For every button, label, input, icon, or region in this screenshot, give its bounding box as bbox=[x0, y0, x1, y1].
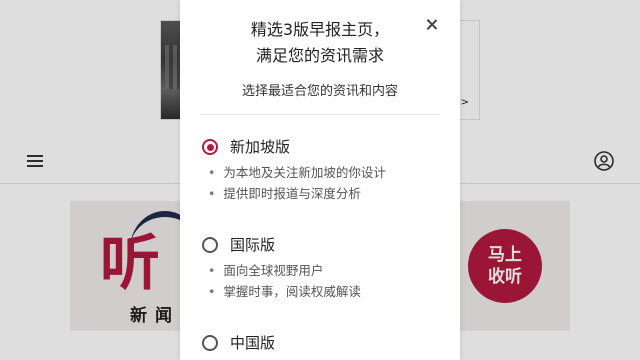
option-label[interactable]: 国际版 bbox=[230, 234, 275, 255]
edition-select-modal: 精选3版早报主页， 满足您的资讯需求 选择最适合您的资讯和内容 新加坡版 为本地… bbox=[180, 0, 460, 360]
modal-title: 精选3版早报主页， 满足您的资讯需求 bbox=[180, 17, 460, 69]
option-label[interactable]: 新加坡版 bbox=[230, 136, 290, 157]
option-label[interactable]: 中国版 bbox=[230, 332, 275, 353]
option-description: 面向全球视野用户 掌握时事，阅读权威解读 bbox=[208, 260, 361, 302]
bullet-item: 掌握时事，阅读权威解读 bbox=[208, 281, 361, 302]
radio-international[interactable] bbox=[202, 237, 218, 253]
bullet-item: 提供即时报道与深度分析 bbox=[208, 183, 386, 204]
modal-title-line-2: 满足您的资讯需求 bbox=[255, 46, 384, 65]
radio-singapore[interactable] bbox=[202, 139, 218, 155]
option-description: 为本地及关注新加坡的你设计 提供即时报道与深度分析 bbox=[208, 162, 386, 204]
bullet-item: 为本地及关注新加坡的你设计 bbox=[208, 162, 386, 183]
radio-china[interactable] bbox=[202, 335, 218, 351]
modal-title-line-1: 精选3版早报主页， bbox=[250, 20, 390, 39]
bullet-item: 面向全球视野用户 bbox=[208, 260, 361, 281]
modal-subtitle: 选择最适合您的资讯和内容 bbox=[241, 84, 398, 99]
close-icon[interactable] bbox=[423, 16, 441, 34]
divider bbox=[200, 114, 440, 115]
